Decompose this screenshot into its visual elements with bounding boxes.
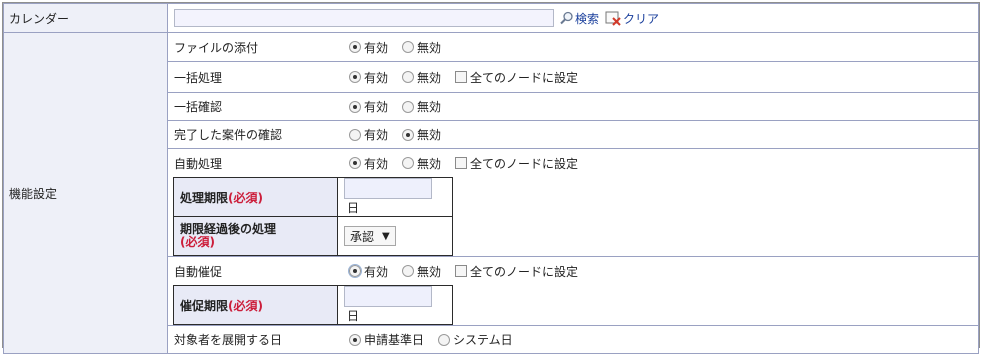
radio-label: 有効	[364, 100, 389, 114]
completed-confirm-disabled-radio[interactable]: 無効	[402, 126, 441, 143]
attach-enabled-radio[interactable]: 有効	[349, 39, 388, 56]
radio-icon	[349, 71, 361, 83]
radio-label: 有効	[364, 128, 389, 142]
calendar-input[interactable]	[174, 9, 554, 27]
radio-label: 有効	[364, 70, 389, 85]
process-deadline-unit: 日	[347, 201, 360, 215]
auto-remind-label: 自動催促	[174, 264, 223, 279]
completed-confirm-enabled-radio[interactable]: 有効	[349, 126, 388, 143]
checkbox-label: 全てのノードに設定	[470, 264, 579, 279]
radio-icon	[402, 157, 415, 169]
radio-icon	[402, 128, 415, 141]
batch-confirm-label: 一括確認	[174, 100, 223, 114]
radio-icon	[349, 333, 361, 346]
search-link[interactable]: 検索	[559, 10, 599, 27]
auto-remind-all-nodes-checkbox[interactable]: 全てのノードに設定	[455, 263, 578, 280]
auto-process-enabled-radio[interactable]: 有効	[349, 155, 388, 172]
radio-label: 無効	[417, 100, 442, 114]
batch-confirm-enabled-radio[interactable]: 有効	[349, 98, 388, 115]
radio-icon	[438, 333, 451, 346]
auto-process-label: 自動処理	[174, 156, 223, 171]
remind-deadline-unit: 日	[347, 309, 360, 323]
after-deadline-select[interactable]: 承認 ▼	[344, 226, 396, 246]
checkbox-icon	[455, 157, 468, 169]
batch-all-nodes-checkbox[interactable]: 全てのノードに設定	[455, 69, 578, 86]
radio-icon	[349, 128, 361, 141]
completed-confirm-label: 完了した案件の確認	[174, 128, 283, 142]
radio-label: 有効	[364, 40, 389, 55]
after-deadline-label: 期限経過後の処理 (必須)	[173, 216, 338, 256]
radio-label: 有効	[364, 156, 389, 171]
batch-confirm-disabled-radio[interactable]: 無効	[402, 98, 441, 115]
auto-process-subtable: 処理期限(必須) 日 期限経過後の処理 (必須) 承認 ▼	[173, 177, 453, 256]
radio-label: 無効	[417, 128, 442, 142]
attach-label: ファイルの添付	[174, 40, 259, 55]
radio-icon	[349, 157, 361, 169]
clear-icon	[605, 11, 621, 26]
remind-deadline-label: 催促期限(必須)	[173, 285, 338, 325]
radio-icon	[402, 265, 415, 277]
auto-remind-enabled-radio[interactable]: 有効	[348, 263, 389, 280]
clear-link[interactable]: クリア	[605, 10, 659, 27]
auto-process-all-nodes-checkbox[interactable]: 全てのノードに設定	[455, 155, 578, 172]
search-icon	[560, 11, 573, 25]
calendar-row: カレンダー 検索 クリア	[3, 3, 979, 33]
auto-remind-disabled-radio[interactable]: 無効	[402, 263, 441, 280]
radio-icon	[349, 41, 361, 53]
batch-disabled-radio[interactable]: 無効	[402, 69, 441, 86]
expand-date-label: 対象者を展開する日	[174, 333, 283, 347]
remind-deadline-input[interactable]	[344, 286, 432, 307]
settings-label: 機能設定	[3, 32, 168, 354]
apply-date-radio[interactable]: 申請基準日	[349, 331, 424, 348]
settings-form: カレンダー 検索 クリア 機能設定 ファイルの添付 有効 無効 一括処理 有効 …	[2, 2, 980, 354]
radio-label: 無効	[417, 40, 442, 55]
radio-icon	[402, 100, 415, 113]
radio-icon	[402, 71, 415, 83]
checkbox-icon	[455, 265, 468, 277]
radio-label: 無効	[417, 156, 442, 171]
required-mark: (必須)	[180, 235, 215, 249]
clear-label: クリア	[623, 11, 660, 26]
attach-row: 機能設定 ファイルの添付 有効 無効	[3, 32, 979, 354]
calendar-label: カレンダー	[3, 3, 168, 33]
radio-icon	[402, 41, 415, 53]
batch-enabled-radio[interactable]: 有効	[349, 69, 388, 86]
radio-icon	[349, 100, 361, 113]
radio-label: 有効	[364, 264, 389, 279]
checkbox-icon	[455, 71, 468, 83]
required-mark: (必須)	[228, 298, 263, 313]
required-mark: (必須)	[228, 190, 263, 205]
radio-label: システム日	[453, 333, 513, 347]
checkbox-label: 全てのノードに設定	[470, 70, 579, 85]
attach-disabled-radio[interactable]: 無効	[402, 39, 441, 56]
search-label: 検索	[575, 11, 600, 26]
process-deadline-label: 処理期限(必須)	[173, 177, 338, 217]
process-deadline-input[interactable]	[344, 178, 432, 199]
checkbox-label: 全てのノードに設定	[470, 156, 579, 171]
radio-label: 無効	[417, 70, 442, 85]
auto-process-disabled-radio[interactable]: 無効	[402, 155, 441, 172]
chevron-down-icon: ▼	[382, 230, 390, 242]
batch-label: 一括処理	[174, 70, 223, 85]
auto-remind-subtable: 催促期限(必須) 日	[173, 285, 453, 325]
radio-label: 無効	[417, 264, 442, 279]
settings-table: カレンダー 検索 クリア 機能設定 ファイルの添付 有効 無効 一括処理 有効 …	[3, 3, 979, 354]
system-date-radio[interactable]: システム日	[438, 331, 513, 348]
radio-label: 申請基準日	[364, 333, 425, 347]
radio-icon	[348, 264, 362, 278]
